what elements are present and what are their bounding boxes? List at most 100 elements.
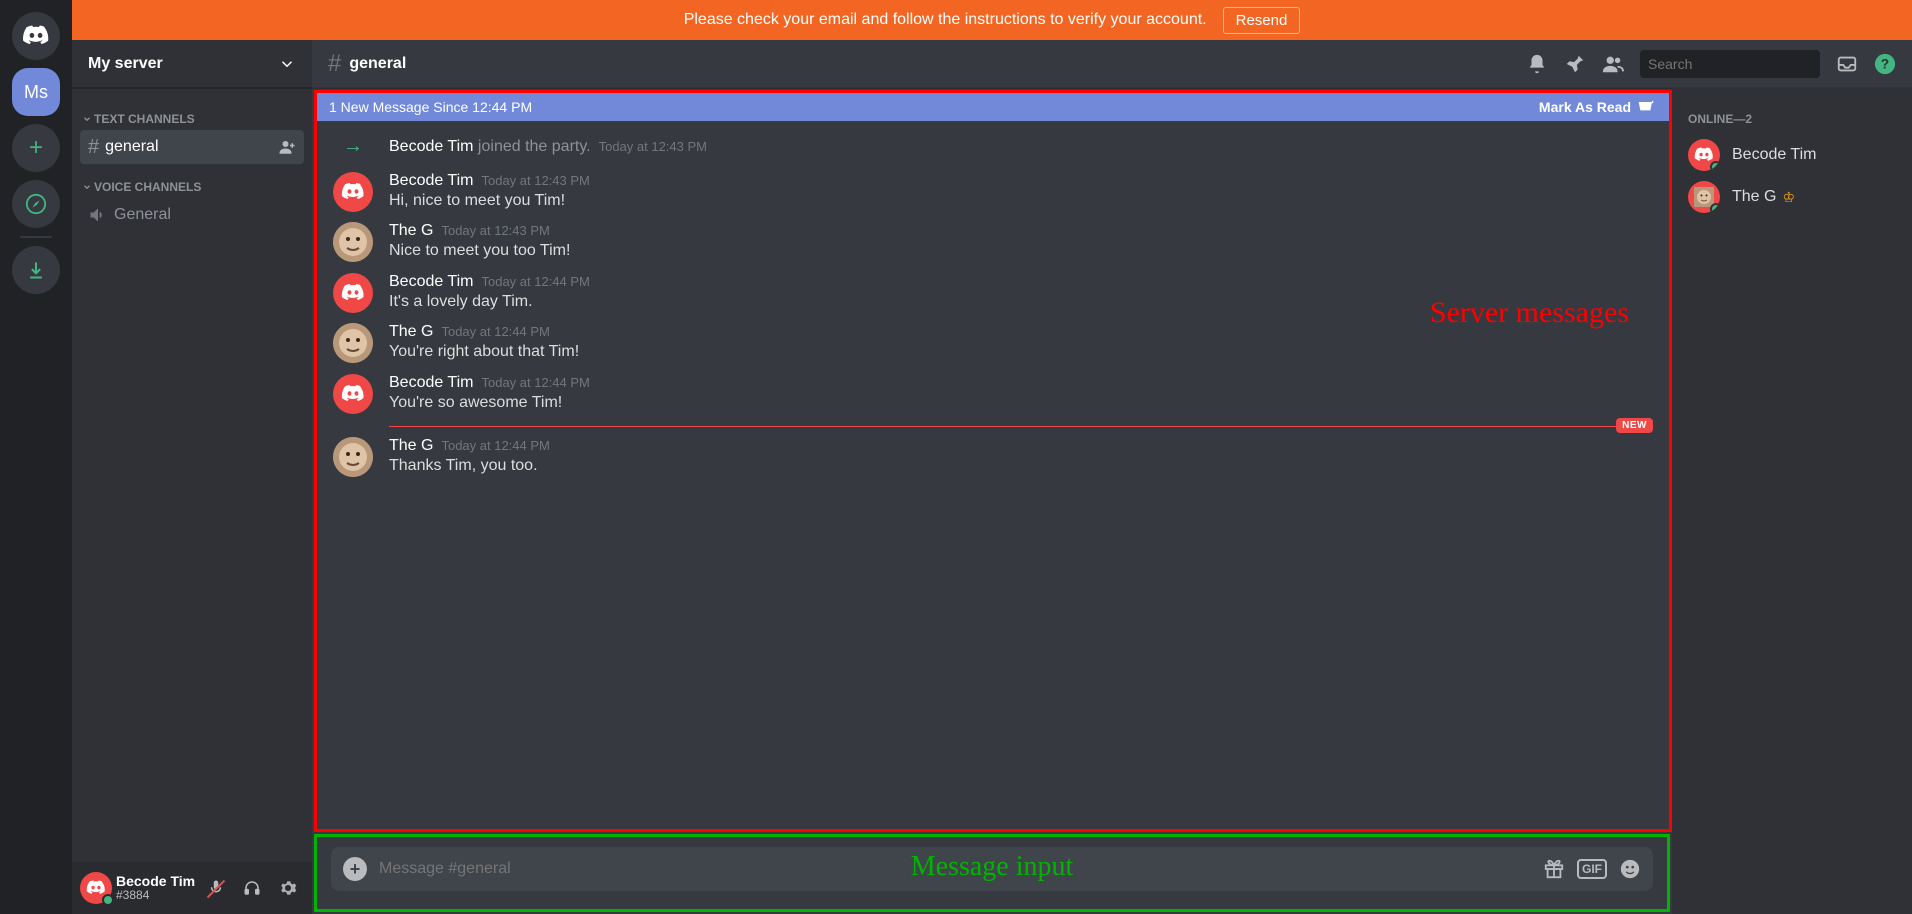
search-box[interactable]	[1640, 50, 1820, 78]
message-avatar[interactable]	[333, 273, 373, 313]
message-head: Becode Tim Today at 12:44 PM	[389, 273, 1653, 291]
member-name: Becode Tim	[1732, 146, 1816, 164]
message-author[interactable]: Becode Tim	[389, 172, 473, 190]
mark-as-read-button[interactable]: Mark As Read	[1539, 97, 1657, 117]
create-invite-icon[interactable]	[278, 138, 296, 156]
search-input[interactable]	[1648, 56, 1829, 72]
message-text: You're so awesome Tim!	[389, 392, 1653, 414]
category-label: VOICE CHANNELS	[94, 180, 201, 194]
gift-icon[interactable]	[1543, 858, 1565, 880]
attach-button[interactable]: +	[343, 857, 367, 881]
channels-list: TEXT CHANNELS # general VOICE CHANNELS	[72, 88, 312, 862]
chevron-down-icon	[278, 55, 296, 73]
message-author[interactable]: The G	[389, 222, 433, 240]
message-author[interactable]: Becode Tim	[389, 374, 473, 392]
message-input[interactable]	[379, 860, 1531, 878]
status-indicator	[1710, 161, 1720, 171]
channel-general[interactable]: # general	[80, 130, 304, 164]
message-author[interactable]: Becode Tim	[389, 273, 473, 291]
hash-icon: #	[328, 50, 341, 78]
inbox-icon[interactable]	[1836, 53, 1858, 75]
message-timestamp: Today at 12:44 PM	[481, 375, 589, 390]
message: Becode Tim Today at 12:44 PM You're so awe…	[317, 366, 1669, 416]
help-icon[interactable]: ?	[1874, 53, 1896, 75]
voice-channels-category[interactable]: VOICE CHANNELS	[80, 164, 304, 198]
message-head: Becode Tim Today at 12:44 PM	[389, 374, 1653, 392]
message-input-box: + GIF	[331, 847, 1653, 891]
message-avatar[interactable]	[333, 323, 373, 363]
system-text: Becode Tim joined the party.Today at 12:…	[389, 138, 707, 156]
message-head: The G Today at 12:44 PM	[389, 323, 1653, 341]
server-name: My server	[88, 55, 163, 73]
system-timestamp: Today at 12:43 PM	[599, 139, 707, 154]
new-divider: NEW	[389, 426, 1653, 427]
message-body: Becode Tim Today at 12:44 PM You're so awe…	[389, 374, 1653, 414]
member-name: The G ♔	[1732, 188, 1795, 206]
message-text: Thanks Tim, you too.	[389, 455, 1653, 477]
notifications-icon[interactable]	[1526, 53, 1548, 75]
member-item[interactable]: The G ♔	[1680, 176, 1904, 218]
message-timestamp: Today at 12:44 PM	[441, 324, 549, 339]
members-column: ONLINE—2 Becode Tim The G ♔	[1672, 88, 1912, 914]
deafen-button[interactable]	[236, 872, 268, 904]
message-avatar[interactable]	[333, 374, 373, 414]
user-tag: #3884	[116, 889, 196, 902]
chevron-down-icon	[82, 182, 92, 192]
message-avatar[interactable]	[333, 172, 373, 212]
message-body: Becode TimToday at 12:43 PMHi, nice to m…	[389, 172, 1653, 212]
messages-column: 1 New Message Since 12:44 PM Mark As Rea…	[314, 90, 1672, 832]
message-body: The GToday at 12:43 PMNice to meet you t…	[389, 222, 1653, 262]
resend-button[interactable]: Resend	[1223, 7, 1301, 34]
gif-button[interactable]: GIF	[1577, 859, 1607, 879]
main-column: Please check your email and follow the i…	[72, 0, 1912, 914]
message-author[interactable]: The G	[389, 437, 433, 455]
settings-button[interactable]	[272, 872, 304, 904]
user-avatar[interactable]	[80, 872, 112, 904]
message-timestamp: Today at 12:44 PM	[481, 274, 589, 289]
guild-bar: Ms +	[0, 0, 72, 914]
message-avatar[interactable]	[333, 222, 373, 262]
home-button[interactable]	[12, 12, 60, 60]
user-panel: Becode Tim #3884	[72, 862, 312, 914]
speaker-icon	[88, 205, 108, 225]
voice-channel-general[interactable]: General	[80, 198, 304, 232]
verify-text: Please check your email and follow the i…	[684, 11, 1207, 29]
channel-sidebar: My server TEXT CHANNELS # general V	[72, 40, 312, 914]
user-controls	[200, 872, 304, 904]
message-text: It's a lovely day Tim.	[389, 291, 1653, 313]
chat-area: # general ?	[312, 40, 1912, 914]
member-item[interactable]: Becode Tim	[1680, 134, 1904, 176]
chat-header: # general ?	[312, 40, 1912, 88]
user-info[interactable]: Becode Tim #3884	[116, 874, 196, 903]
explore-button[interactable]	[12, 180, 60, 228]
server-icon[interactable]: Ms	[12, 68, 60, 116]
mute-button[interactable]	[200, 872, 232, 904]
server-initials: Ms	[24, 82, 48, 103]
message: Becode TimToday at 12:43 PMHi, nice to m…	[317, 164, 1669, 214]
message-avatar[interactable]	[333, 437, 373, 477]
message-body: The G Today at 12:44 PM Thanks Tim, you to…	[389, 437, 1653, 477]
members-icon[interactable]	[1602, 53, 1624, 75]
message-body: The GToday at 12:44 PMYou're right about…	[389, 323, 1653, 363]
new-message-bar[interactable]: 1 New Message Since 12:44 PM Mark As Rea…	[317, 93, 1669, 121]
messages-scroll[interactable]: → Becode Tim joined the party.Today at 1…	[317, 121, 1669, 829]
download-button[interactable]	[12, 246, 60, 294]
message: The G Today at 12:44 PM Thanks Tim, you to…	[317, 429, 1669, 479]
mark-read-icon	[1637, 97, 1657, 117]
server-header[interactable]: My server	[72, 40, 312, 88]
text-channels-category[interactable]: TEXT CHANNELS	[80, 96, 304, 130]
svg-text:?: ?	[1881, 56, 1889, 71]
member-avatar	[1688, 181, 1720, 213]
message-timestamp: Today at 12:44 PM	[441, 438, 549, 453]
channel-title: general	[349, 55, 406, 73]
emoji-icon[interactable]	[1619, 858, 1641, 880]
add-server-button[interactable]: +	[12, 124, 60, 172]
pin-icon[interactable]	[1564, 53, 1586, 75]
verify-banner: Please check your email and follow the i…	[72, 0, 1912, 40]
header-tools: ?	[1526, 50, 1896, 78]
member-avatar	[1688, 139, 1720, 171]
message-author[interactable]: The G	[389, 323, 433, 341]
members-header: ONLINE—2	[1680, 104, 1904, 134]
system-action: joined the party.	[473, 138, 590, 155]
guild-separator	[20, 236, 52, 238]
